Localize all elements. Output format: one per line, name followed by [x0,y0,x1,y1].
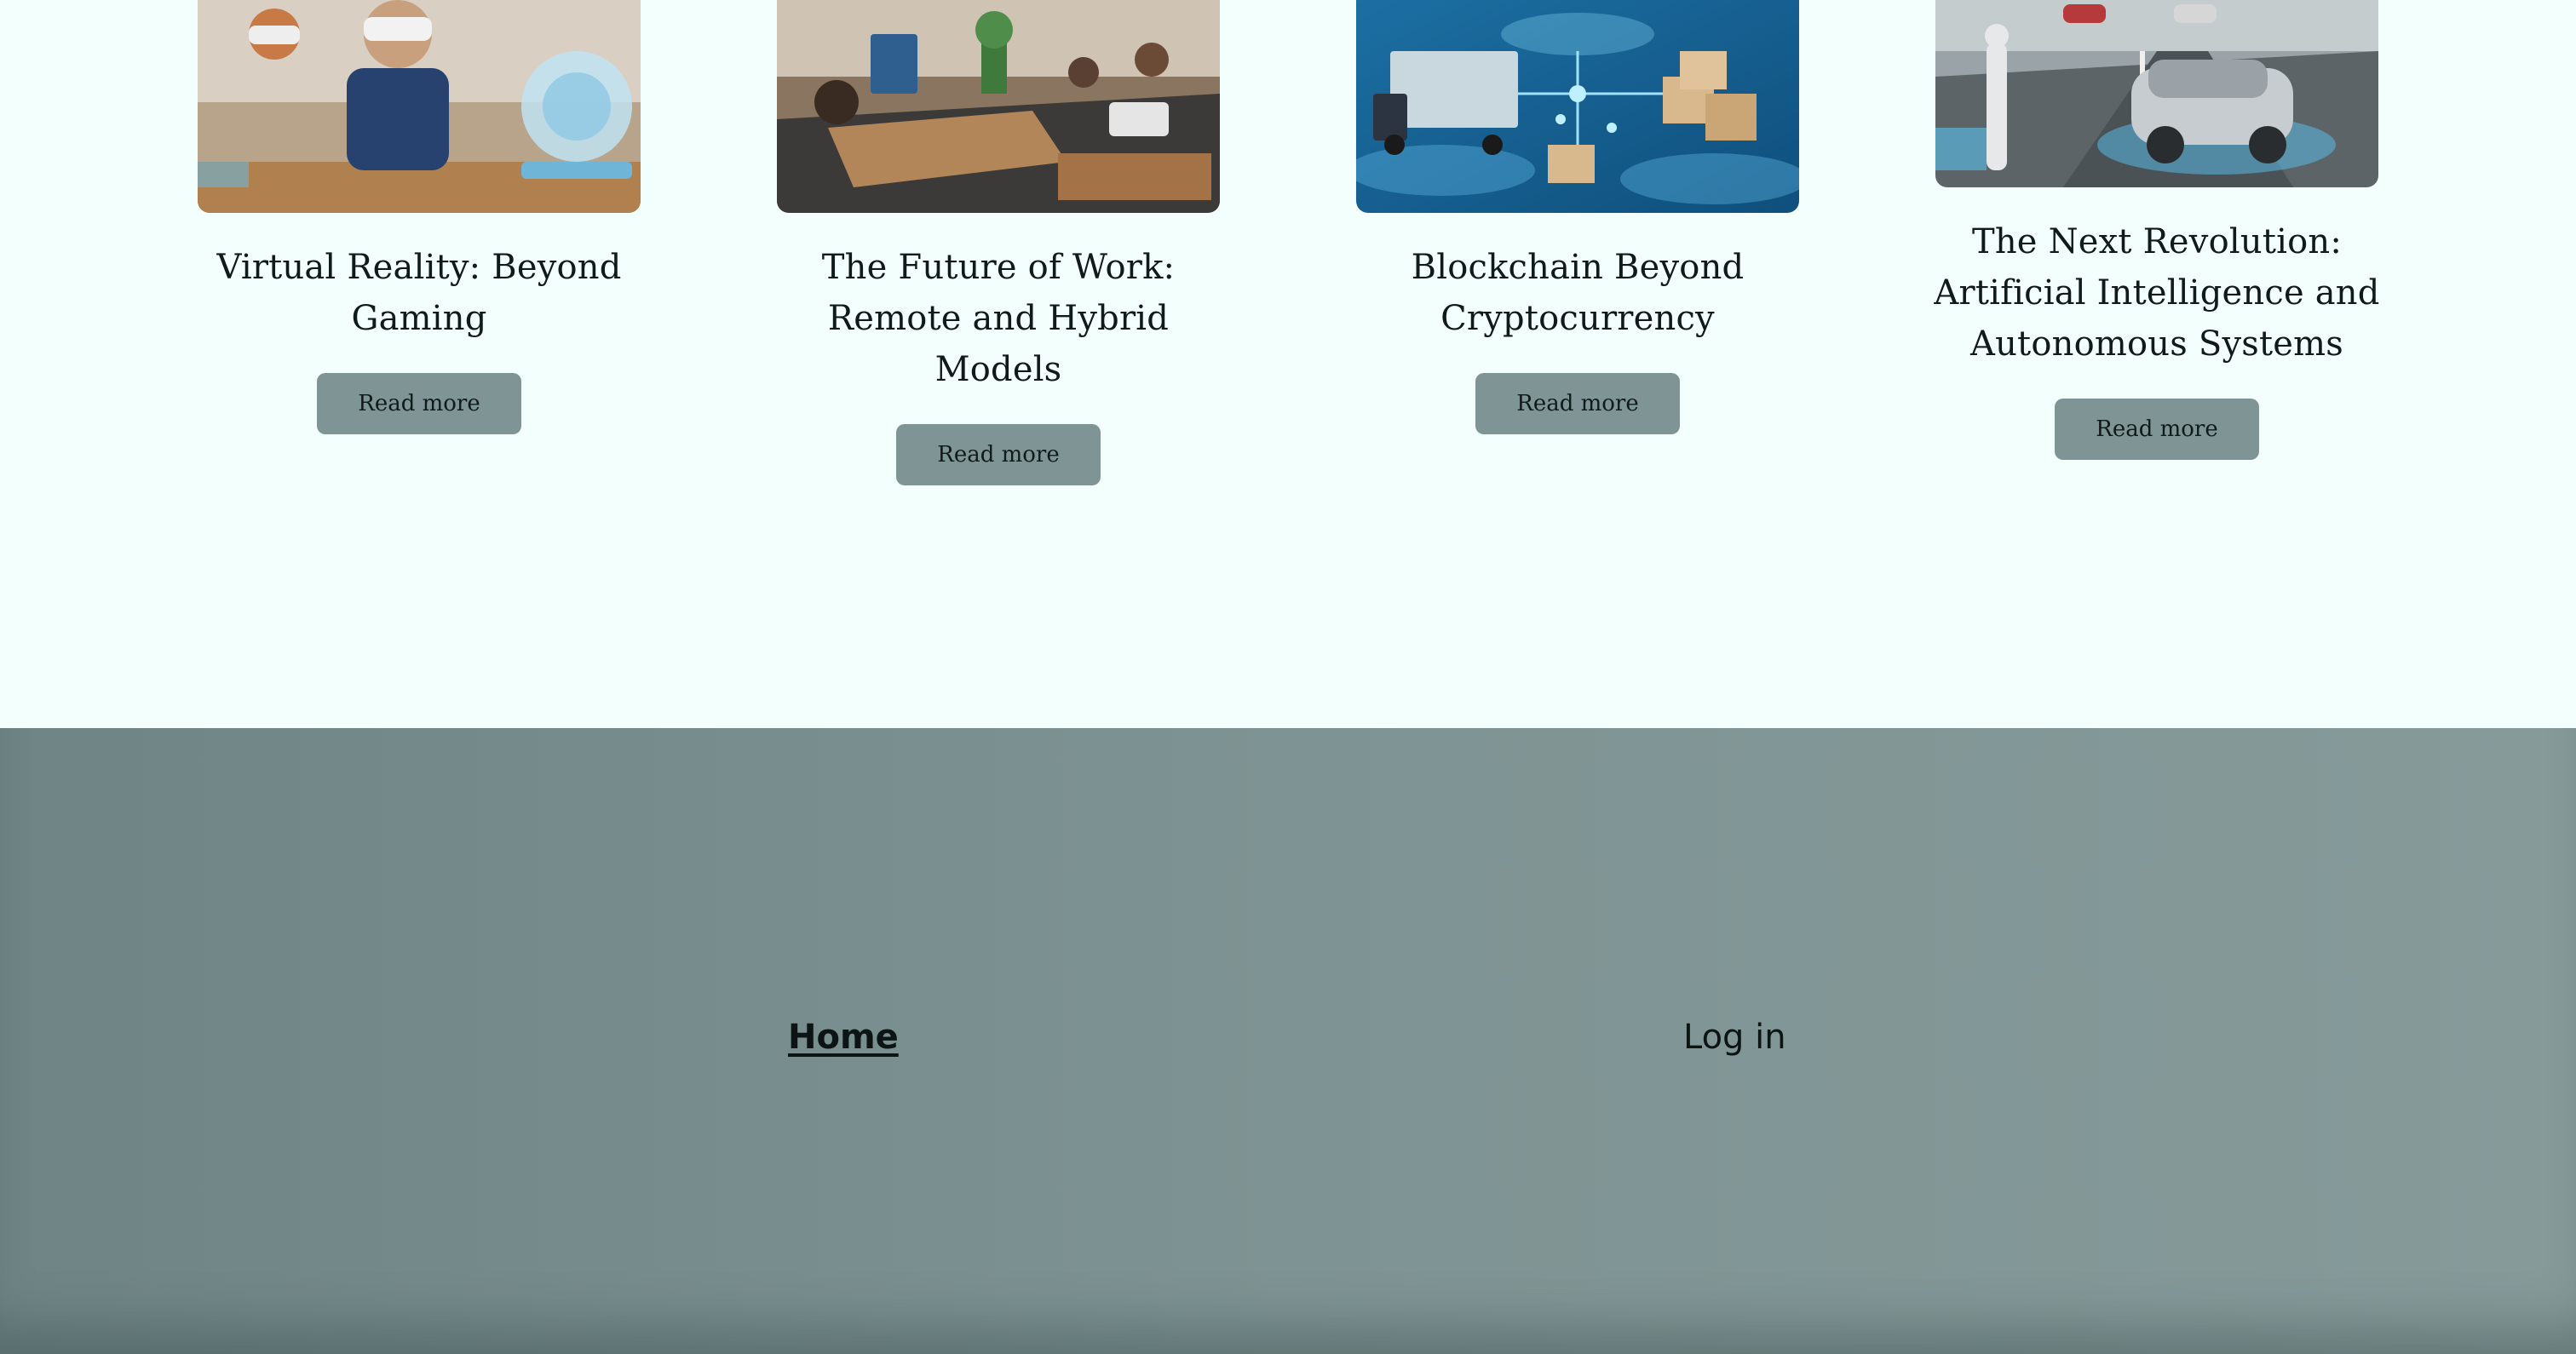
autonomous-car-image[interactable] [1935,0,2378,187]
post-card-future-of-work: The Future of Work: Remote and Hybrid Mo… [777,0,1220,485]
vr-classroom-image[interactable] [198,0,641,213]
office-workspace-image[interactable] [777,0,1220,213]
post-card-blockchain: Blockchain Beyond Cryptocurrency Read mo… [1356,0,1799,434]
footer: Home Log in [0,728,2576,1354]
read-more-button[interactable]: Read more [317,373,521,434]
blockchain-logistics-image[interactable] [1356,0,1799,213]
footer-login-link[interactable]: Log in [1683,1018,1786,1057]
post-title: The Future of Work: Remote and Hybrid Mo… [821,248,1176,389]
posts-section: Virtual Reality: Beyond Gaming Read more… [0,0,2576,728]
read-more-button[interactable]: Read more [896,424,1101,485]
post-title: The Next Revolution: Artificial Intellig… [1934,222,2380,364]
post-title: Virtual Reality: Beyond Gaming [216,248,622,338]
post-card-vr: Virtual Reality: Beyond Gaming Read more [198,0,641,434]
read-more-button[interactable]: Read more [1475,373,1680,434]
post-card-ai-autonomous: The Next Revolution: Artificial Intellig… [1934,0,2379,460]
read-more-button[interactable]: Read more [2055,399,2259,460]
post-title: Blockchain Beyond Cryptocurrency [1411,248,1745,338]
footer-home-link[interactable]: Home [788,1018,899,1057]
